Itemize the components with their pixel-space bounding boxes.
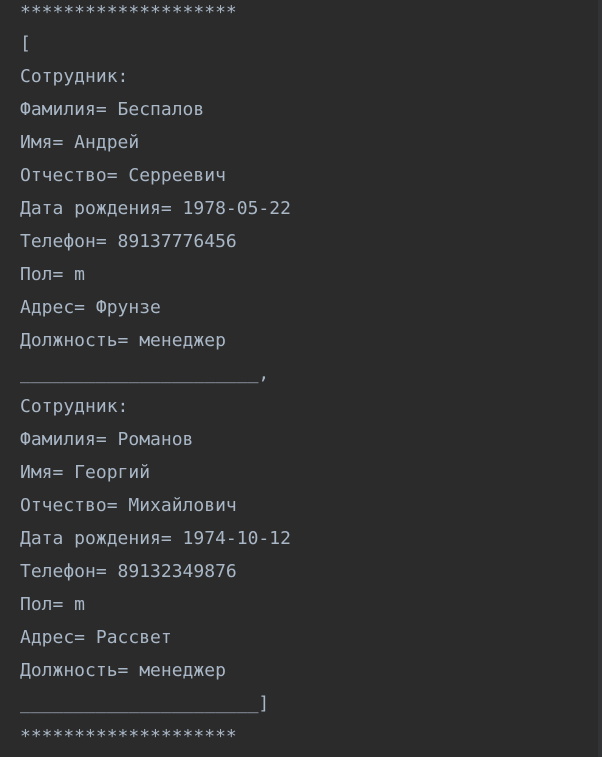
console-line: Отчество= Михайлович [20, 495, 237, 516]
console-line: Телефон= 89132349876 [20, 561, 237, 582]
console-line: Сотрудник: [20, 396, 129, 417]
console-line: Фамилия= Беспалов [20, 99, 205, 120]
console-line: Отчество= Серреевич [20, 165, 226, 186]
console-line: Должность= менеджер [20, 660, 226, 681]
console-line: [ [20, 33, 31, 54]
console-line: Пол= m [20, 594, 86, 615]
console-line: Имя= Георгий [20, 462, 151, 483]
console-line: ******************** [20, 726, 237, 747]
console-line: ______________________, [20, 363, 270, 384]
console-line: Пол= m [20, 264, 86, 285]
console-line: Дата рождения= 1974-10-12 [20, 528, 291, 549]
console-line: ******************** [20, 2, 237, 23]
console-line: Имя= Андрей [20, 132, 140, 153]
console-line: Дата рождения= 1978-05-22 [20, 198, 291, 219]
console-line: Фамилия= Романов [20, 429, 194, 450]
console-line: Телефон= 89137776456 [20, 231, 237, 252]
console-line: ______________________] [20, 693, 270, 714]
console-line: Адрес= Рассвет [20, 627, 172, 648]
console-line: Сотрудник: [20, 66, 129, 87]
console-output: ******************** [ Сотрудник: Фамили… [0, 0, 602, 757]
console-line: Адрес= Фрунзе [20, 297, 161, 318]
console-line: Должность= менеджер [20, 330, 226, 351]
